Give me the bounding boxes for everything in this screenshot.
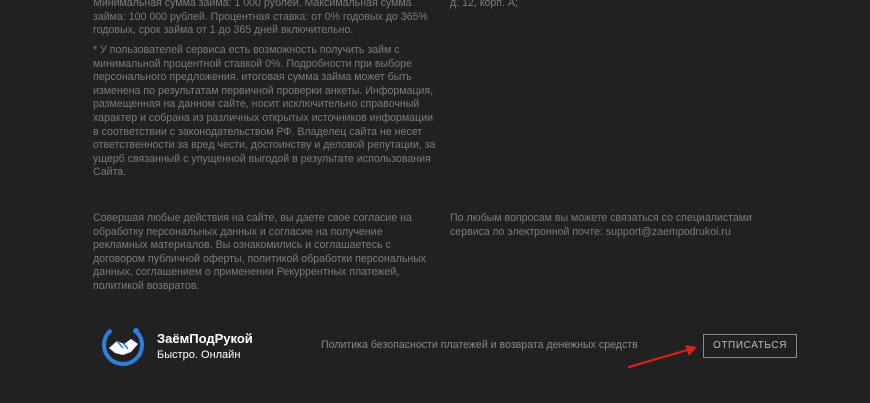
handshake-circle-icon bbox=[102, 324, 144, 366]
contact-text: По любым вопросам вы можете связаться со… bbox=[450, 212, 752, 238]
red-arrow-annotation bbox=[627, 345, 697, 369]
brand-logo[interactable]: ЗаёмПодРукой Быстро. Онлайн bbox=[100, 320, 260, 370]
disclaimer-text: * У пользователей сервиса есть возможнос… bbox=[93, 44, 436, 179]
brand-name: ЗаёмПодРукой bbox=[157, 331, 253, 346]
address-text: д. 12, корп. А; bbox=[450, 0, 518, 9]
loan-terms-text: Минимальная сумма займа: 1 000 рублей. М… bbox=[93, 0, 428, 37]
consent-text: Совершая любые действия на сайте, вы дае… bbox=[93, 212, 427, 292]
unsubscribe-button[interactable]: ОТПИСАТЬСЯ bbox=[703, 334, 797, 358]
page: Минимальная сумма займа: 1 000 рублей. М… bbox=[0, 0, 870, 403]
brand-tagline: Быстро. Онлайн bbox=[157, 349, 241, 361]
payment-policy-link[interactable]: Политика безопасности платежей и возврат… bbox=[321, 339, 638, 351]
